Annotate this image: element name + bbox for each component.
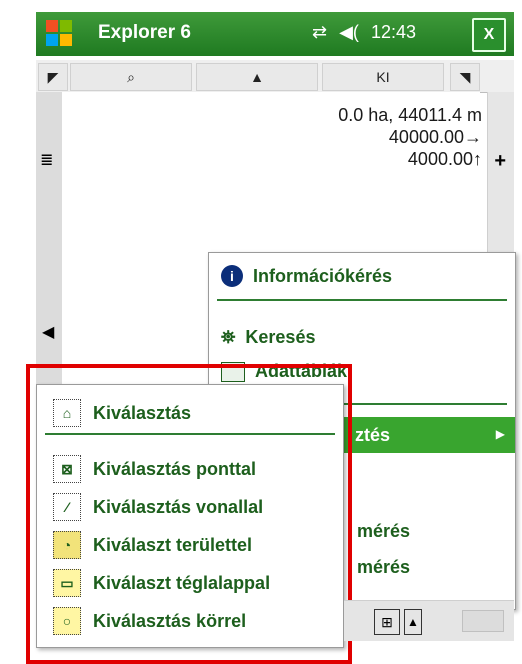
volume-icon[interactable]: ◀(	[339, 22, 359, 43]
menu-item-label: Keresés	[245, 327, 316, 347]
menu-separator	[217, 299, 507, 301]
area-length-readout: 0.0 ha, 44011.4 m	[338, 105, 482, 125]
menu-item-measure-2[interactable]: mérés	[357, 557, 410, 578]
menu-item-search[interactable]: ⛯ Keresés	[221, 327, 315, 348]
connectivity-icon[interactable]: ⇄	[312, 22, 327, 43]
binoculars-icon: ⛯	[221, 327, 236, 347]
menu-item-measure-1[interactable]: mérés	[357, 521, 410, 542]
zoom-icon[interactable]: ⌕	[70, 63, 192, 91]
submenu-arrow-icon: ▶	[495, 427, 505, 441]
up-button-icon[interactable]: ▲	[404, 609, 422, 635]
x-coordinate-readout: 40000.00→	[388, 127, 482, 147]
title-bar: Explorer 6 ⇄ ◀( 12:43 X	[36, 12, 514, 56]
windows-logo-icon[interactable]	[44, 18, 74, 48]
collapse-left-icon[interactable]: ◀	[42, 322, 54, 342]
toolbar: ◤ ⌕ ▲ KI ◥	[36, 60, 514, 93]
close-button[interactable]: X	[472, 18, 506, 52]
right-arrow-icon[interactable]: ◥	[450, 63, 480, 91]
fit-icon[interactable]: KI	[322, 63, 444, 91]
menu-item-label: mérés	[357, 557, 411, 577]
layers-icon[interactable]: ≣	[40, 150, 53, 170]
add-layer-icon[interactable]: ⊞	[374, 609, 400, 635]
left-arrow-icon[interactable]: ◤	[38, 63, 68, 91]
status-area: ⇄ ◀( 12:43	[312, 22, 416, 43]
plus-icon[interactable]: +	[494, 150, 506, 173]
annotation-red-box	[26, 364, 352, 664]
y-coordinate-readout: 4000.00↑	[407, 149, 482, 169]
menu-item-label: Információkérés	[253, 265, 393, 286]
menu-item-label: ztés	[355, 425, 391, 445]
app-title: Explorer 6	[98, 22, 191, 43]
menu-item-label: mérés	[357, 521, 411, 541]
info-icon: i	[221, 265, 243, 287]
up-arrow-icon[interactable]: ▲	[196, 63, 318, 91]
keyboard-icon[interactable]	[462, 610, 504, 632]
menu-item-information[interactable]: i Információkérés	[221, 265, 392, 287]
clock[interactable]: 12:43	[371, 22, 416, 43]
map-info: 0.0 ha, 44011.4 m 40000.00→ 4000.00↑	[338, 104, 482, 170]
